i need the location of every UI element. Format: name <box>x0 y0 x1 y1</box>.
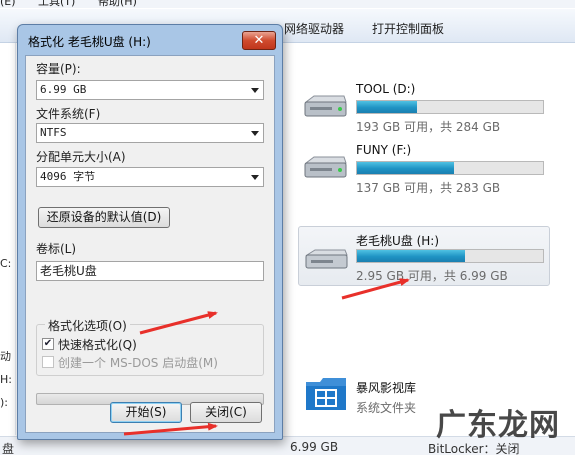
nav-fragment-c: C: <box>0 257 12 270</box>
close-icon[interactable]: ✕ <box>242 31 276 50</box>
msdos-startup-label: 创建一个 MS-DOS 启动盘(M) <box>58 356 218 370</box>
drive-tool-d[interactable]: TOOL (D:) 193 GB 可用，共 284 GB <box>298 80 550 136</box>
volume-label-value: 老毛桃U盘 <box>40 264 97 278</box>
capacity-value: 6.99 GB <box>40 83 87 96</box>
chevron-down-icon <box>251 131 259 136</box>
library-type: 系统文件夹 <box>356 401 417 415</box>
drive-usage-bar <box>356 161 544 175</box>
filesystem-select[interactable]: NTFS <box>36 123 264 143</box>
allocation-label: 分配单元大小(A) <box>36 150 126 164</box>
menu-edit[interactable]: 编辑(E) <box>0 0 16 8</box>
dialog-body: 容量(P): 6.99 GB 文件系统(F) NTFS 分配单元大小(A) 40… <box>25 55 275 433</box>
start-button[interactable]: 开始(S) <box>110 402 182 423</box>
drive-free-space: 193 GB 可用，共 284 GB <box>356 120 501 134</box>
nav-fragment-h: H: <box>0 373 12 386</box>
open-control-panel-button[interactable]: 打开控制面板 <box>372 20 444 37</box>
drive-usage-fill <box>357 162 454 174</box>
drive-usage-bar <box>356 249 544 263</box>
capacity-select[interactable]: 6.99 GB <box>36 80 264 100</box>
checkmark-icon: ✔ <box>43 338 53 349</box>
dialog-title: 格式化 老毛桃U盘 (H:) <box>28 35 151 49</box>
usb-drive-icon <box>305 249 348 269</box>
navigation-pane[interactable]: C: 动 H: ): <box>0 43 16 435</box>
hard-drive-icon <box>304 95 347 117</box>
drive-usage-bar <box>356 100 544 114</box>
menu-tools[interactable]: 工具(T) <box>38 0 75 8</box>
status-left: 盘 <box>2 442 15 455</box>
map-network-drive-button[interactable]: 网络驱动器 <box>284 20 344 37</box>
drive-name: 老毛桃U盘 (H:) <box>356 234 440 248</box>
hard-drive-icon <box>304 156 347 178</box>
menu-help[interactable]: 帮助(H) <box>98 0 137 8</box>
drive-name: FUNY (F:) <box>356 143 412 157</box>
menu-bar: 编辑(E) 工具(T) 帮助(H) <box>0 0 575 8</box>
nav-fragment-1: 动 <box>0 350 11 363</box>
chevron-down-icon <box>251 88 259 93</box>
capacity-label: 容量(P): <box>36 62 81 76</box>
drive-usage-fill <box>357 250 465 262</box>
format-options-title: 格式化选项(O) <box>45 317 130 334</box>
drive-free-space: 2.95 GB 可用，共 6.99 GB <box>356 269 508 283</box>
quick-format-label[interactable]: 快速格式化(Q) <box>58 336 137 353</box>
quick-format-checkbox[interactable]: ✔ <box>42 338 54 350</box>
drive-name: TOOL (D:) <box>356 82 416 96</box>
format-dialog: 格式化 老毛桃U盘 (H:) ✕ 容量(P): 6.99 GB 文件系统(F) … <box>17 24 283 440</box>
allocation-select[interactable]: 4096 字节 <box>36 167 264 187</box>
volume-label-input[interactable]: 老毛桃U盘 <box>36 261 264 281</box>
library-name: 暴风影视库 <box>356 381 417 395</box>
filesystem-label: 文件系统(F) <box>36 107 101 121</box>
allocation-value: 4096 字节 <box>40 170 96 183</box>
drive-free-space: 137 GB 可用，共 283 GB <box>356 181 501 195</box>
filesystem-value: NTFS <box>40 126 67 139</box>
restore-defaults-button[interactable]: 还原设备的默认值(D) <box>38 207 170 228</box>
volume-label: 卷标(L) <box>36 242 77 256</box>
chevron-down-icon <box>251 175 259 180</box>
status-size: 6.99 GB <box>290 440 339 454</box>
drive-usb-h[interactable]: 老毛桃U盘 (H:) 2.95 GB 可用，共 6.99 GB <box>298 226 550 286</box>
video-library-icon <box>306 378 346 410</box>
watermark-text: 广东龙网 <box>436 408 560 443</box>
drive-funy-f[interactable]: FUNY (F:) 137 GB 可用，共 283 GB <box>298 141 550 197</box>
drive-usage-fill <box>357 101 417 113</box>
close-button[interactable]: 关闭(C) <box>190 402 262 423</box>
nav-fragment-3: ): <box>0 396 8 409</box>
msdos-startup-checkbox[interactable] <box>42 356 54 368</box>
